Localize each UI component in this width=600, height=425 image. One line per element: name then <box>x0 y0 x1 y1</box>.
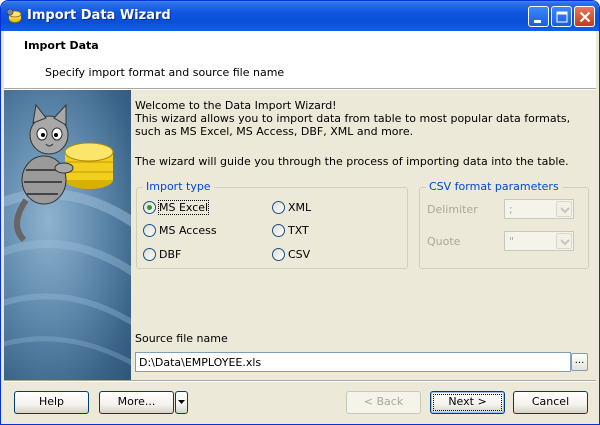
close-icon <box>579 11 591 23</box>
source-file-input[interactable]: D:\Data\EMPLOYEE.xls <box>135 352 571 372</box>
close-button[interactable] <box>574 6 595 27</box>
maximize-icon <box>556 11 568 23</box>
radio-dbf[interactable]: DBF <box>143 247 181 261</box>
delimiter-combo[interactable]: ; <box>504 199 574 219</box>
source-file-value: D:\Data\EMPLOYEE.xls <box>139 356 262 369</box>
intro-text: Welcome to the Data Import Wizard! This … <box>135 99 590 138</box>
chevron-down-icon <box>556 233 572 249</box>
browse-button[interactable]: ... <box>571 353 588 371</box>
guide-text: The wizard will guide you through the pr… <box>135 155 569 168</box>
triangle-down-icon <box>178 400 185 404</box>
help-button[interactable]: Help <box>14 391 89 414</box>
radio-icon <box>272 223 285 237</box>
back-button[interactable]: < Back <box>346 391 421 414</box>
quote-value: " <box>509 235 515 248</box>
radio-icon <box>143 223 156 237</box>
app-icon <box>6 8 22 24</box>
radio-checked-icon <box>143 200 156 214</box>
quote-label: Quote <box>427 235 461 248</box>
description-text: This wizard allows you to import data fr… <box>135 112 571 138</box>
more-button[interactable]: More... <box>99 391 174 414</box>
page-subtitle: Specify import format and source file na… <box>45 66 285 79</box>
minimize-button[interactable] <box>528 6 549 27</box>
welcome-text: Welcome to the Data Import Wizard! <box>135 99 337 112</box>
cat-database-illustration <box>4 103 131 366</box>
source-file-label: Source file name <box>135 332 228 345</box>
radio-txt[interactable]: TXT <box>272 223 309 237</box>
title-bar[interactable]: Import Data Wizard <box>1 1 599 31</box>
radio-icon <box>143 247 156 261</box>
minimize-icon <box>534 20 541 23</box>
radio-ms-access[interactable]: MS Access <box>143 223 217 237</box>
chevron-down-icon <box>556 201 572 217</box>
maximize-button[interactable] <box>551 6 572 27</box>
radio-icon <box>272 247 285 261</box>
wizard-header: Import Data Specify import format and so… <box>4 31 596 88</box>
window-title: Import Data Wizard <box>27 8 171 23</box>
radio-xml[interactable]: XML <box>272 200 311 214</box>
radio-icon <box>272 200 285 214</box>
wizard-side-image <box>4 90 131 380</box>
csv-params-legend: CSV format parameters <box>426 180 562 193</box>
cancel-button[interactable]: Cancel <box>513 391 588 414</box>
next-button[interactable]: Next > <box>430 391 505 414</box>
page-title: Import Data <box>24 39 99 52</box>
delimiter-label: Delimiter <box>427 203 478 216</box>
more-dropdown-button[interactable] <box>175 391 188 414</box>
import-type-legend: Import type <box>143 180 214 193</box>
import-wizard-window: Import Data Wizard Import Data Specify i… <box>0 0 600 425</box>
radio-ms-excel[interactable]: MS Excel <box>143 199 210 215</box>
footer-divider <box>4 380 596 382</box>
quote-combo[interactable]: " <box>504 231 574 251</box>
radio-csv[interactable]: CSV <box>272 247 310 261</box>
delimiter-value: ; <box>509 203 513 216</box>
